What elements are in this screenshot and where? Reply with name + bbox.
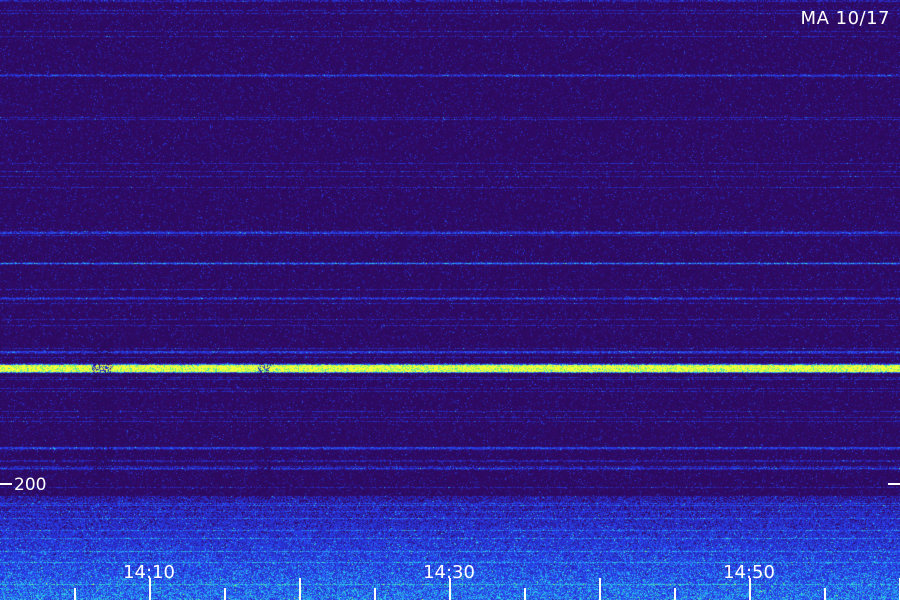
y-tick-label-200: 200 (14, 475, 46, 495)
spectrogram-view: MA 10/17 200 14:10 14:30 14:50 (0, 0, 900, 600)
station-date-label: MA 10/17 (801, 8, 890, 29)
x-axis-ticks (74, 578, 900, 600)
chart-overlay: MA 10/17 200 14:10 14:30 14:50 (0, 8, 900, 600)
